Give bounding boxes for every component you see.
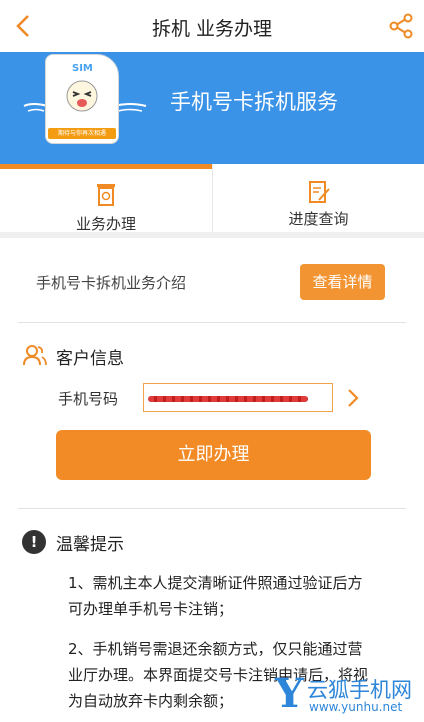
redacted-phone-number [148, 396, 308, 402]
tips-title: 温馨提示 [56, 535, 124, 555]
phone-input[interactable] [143, 383, 333, 412]
tab-business[interactable]: 业务办理 [0, 164, 212, 233]
sim-tag: 期待与你再次相遇 [48, 128, 116, 139]
watermark: Y 云狐手机网 www.yunhu.net [275, 668, 424, 722]
chevron-right-icon[interactable] [343, 386, 363, 410]
tip-item: 1、需机主本人提交清晰证件照通过验证后方可办理单手机号卡注销； [68, 574, 363, 618]
crying-face-icon [66, 80, 98, 112]
exclamation-icon: ! [22, 530, 46, 554]
page-title: 拆机 业务办理 [151, 18, 273, 40]
watermark-url: www.yunhu.net [309, 700, 403, 714]
watermark-logo: Y [275, 670, 304, 717]
submit-button[interactable]: 立即办理 [56, 430, 371, 480]
divider [18, 508, 406, 509]
sim-card-mascot: SIM 期待与你再次相遇 [45, 54, 119, 144]
trash-bin-icon [97, 184, 115, 206]
sim-label: SIM [72, 63, 93, 74]
phone-label: 手机号码 [58, 390, 119, 408]
intro-label: 手机号卡拆机业务介绍 [36, 274, 187, 292]
view-details-button[interactable]: 查看详情 [300, 264, 385, 300]
tab-bar: 业务办理 进度查询 [0, 164, 424, 238]
users-icon [23, 345, 47, 366]
tab-label: 业务办理 [75, 215, 136, 233]
edit-document-icon [308, 181, 330, 203]
banner-title: 手机号卡拆机服务 [170, 90, 338, 114]
customer-info-title: 客户信息 [56, 349, 124, 369]
share-icon[interactable] [386, 10, 416, 42]
tab-progress[interactable]: 进度查询 [212, 164, 424, 232]
tab-label: 进度查询 [288, 210, 349, 228]
top-bar: 拆机 业务办理 [0, 0, 424, 53]
divider [18, 322, 406, 323]
business-intro-row: 手机号卡拆机业务介绍 查看详情 [0, 238, 424, 324]
